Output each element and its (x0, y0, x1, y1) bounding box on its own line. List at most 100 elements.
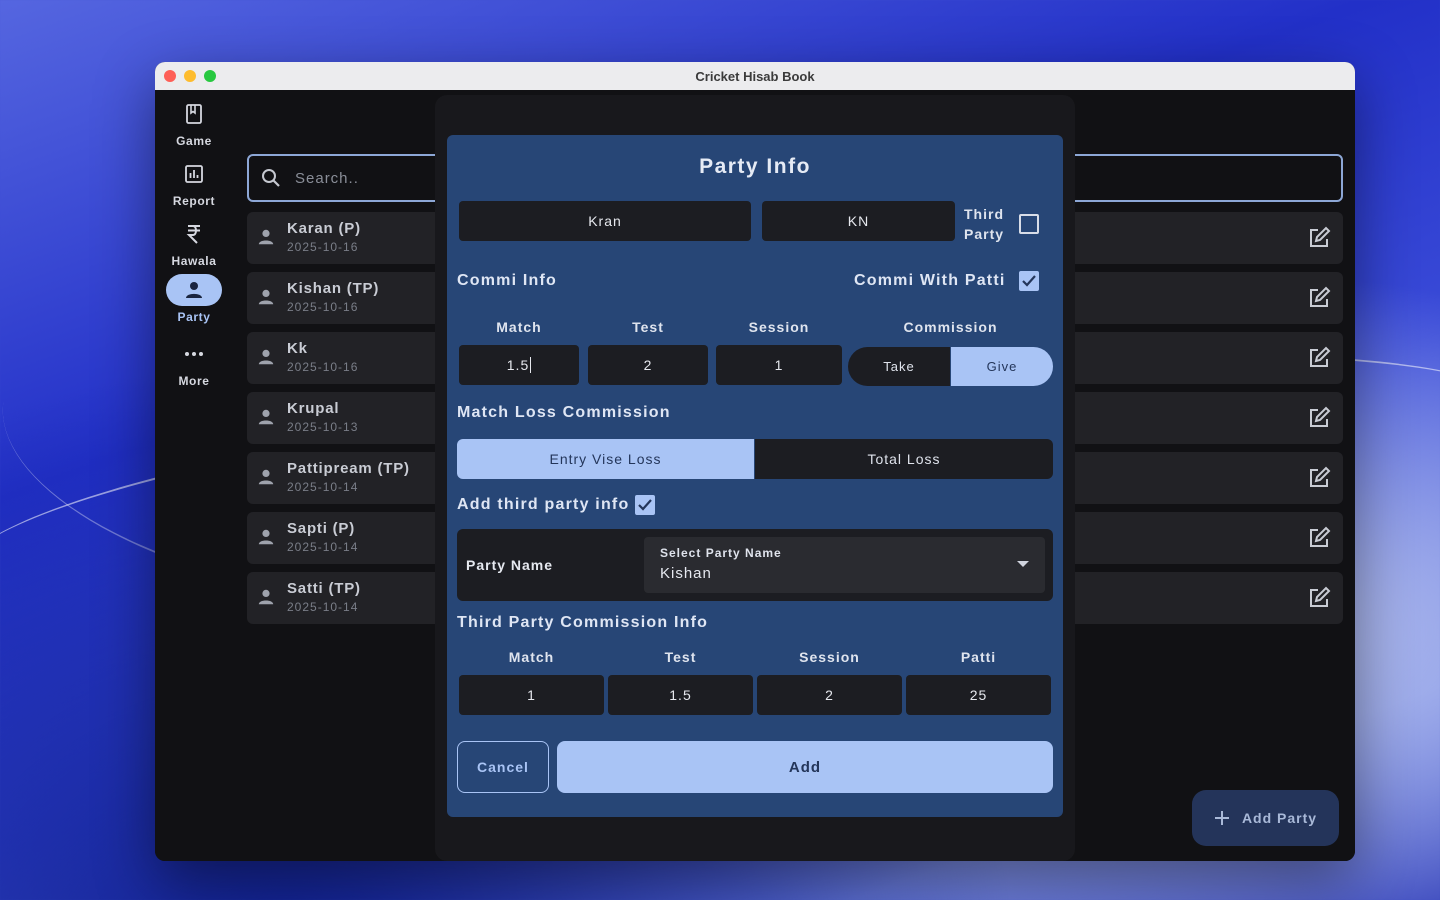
search-icon (262, 169, 280, 187)
third-party-label: Third Party (964, 204, 1004, 244)
rail-label: Party (177, 310, 211, 324)
third-party-checkbox[interactable] (1019, 214, 1039, 234)
party-date: 2025-10-14 (287, 540, 359, 554)
party-date: 2025-10-14 (287, 480, 359, 494)
entry-vise-loss-button[interactable]: Entry Vise Loss (457, 439, 754, 479)
party-name-field[interactable]: Kran (459, 201, 751, 241)
col-match-header: Match (496, 319, 542, 335)
commi-info-label: Commi Info (457, 272, 557, 289)
maximize-window-button[interactable] (204, 70, 216, 82)
party-date: 2025-10-14 (287, 600, 359, 614)
col-session-header: Session (748, 319, 810, 335)
rail-label: Game (176, 134, 212, 148)
col-test-header: Test (632, 319, 664, 335)
rail-item-game[interactable]: Game (155, 98, 233, 148)
person-icon (258, 229, 274, 245)
text-caret (530, 357, 532, 373)
test-commission-input[interactable]: 2 (588, 345, 708, 385)
take-toggle-button[interactable]: Take (848, 347, 950, 386)
edit-icon[interactable] (1307, 466, 1331, 490)
session-commission-input[interactable]: 1 (716, 345, 842, 385)
rail-item-report[interactable]: Report (155, 158, 233, 208)
rail-item-more[interactable]: More (155, 338, 233, 388)
add-party-button[interactable]: Add Party (1192, 790, 1339, 846)
edit-icon[interactable] (1307, 406, 1331, 430)
third-party-commission-label: Third Party Commission Info (457, 614, 709, 631)
tp-match-input[interactable]: 1 (459, 675, 604, 715)
person-icon (258, 409, 274, 425)
app-window: Cricket Hisab Book Game Report Hawala Pa… (155, 62, 1355, 861)
tp-col-test-header: Test (664, 649, 697, 665)
dialog-title: Party Info (699, 155, 811, 178)
col-commission-header: Commission (903, 319, 998, 335)
party-name: Kk (287, 340, 308, 357)
rail-label: Hawala (171, 254, 217, 268)
party-date: 2025-10-13 (287, 420, 359, 434)
dropdown-value: Kishan (660, 565, 712, 582)
title-bar: Cricket Hisab Book (155, 62, 1355, 90)
tp-col-session-header: Session (799, 649, 860, 665)
navigation-rail: Game Report Hawala Party More (155, 90, 233, 861)
third-party-label-line2: Party (964, 226, 1005, 242)
tp-col-patti-header: Patti (960, 649, 997, 665)
party-name: Pattipream (TP) (287, 460, 410, 477)
edit-icon[interactable] (1307, 226, 1331, 250)
more-dots-icon (166, 338, 222, 370)
minimize-window-button[interactable] (184, 70, 196, 82)
party-info-dialog: Party Info Kran KN Third Party Commi Inf… (447, 135, 1063, 817)
tp-patti-input[interactable]: 25 (906, 675, 1051, 715)
edit-icon[interactable] (1307, 346, 1331, 370)
third-party-selector-box: Party Name Select Party Name Kishan (457, 529, 1053, 601)
search-placeholder: Search.. (295, 169, 359, 187)
person-icon (258, 469, 274, 485)
rail-label: Report (172, 194, 216, 208)
third-party-label-line1: Third (964, 206, 1004, 222)
party-name: Krupal (287, 400, 340, 417)
close-window-button[interactable] (164, 70, 176, 82)
check-icon (638, 499, 652, 511)
party-name-label: Party Name (466, 557, 554, 573)
check-icon (1022, 275, 1036, 287)
give-toggle-button[interactable]: Give (951, 347, 1053, 386)
edit-icon[interactable] (1307, 286, 1331, 310)
person-icon (258, 349, 274, 365)
match-commission-input[interactable]: 1.5 (459, 345, 579, 385)
commi-with-patti-label: Commi With Patti (854, 272, 1006, 289)
party-name: Kishan (TP) (287, 280, 380, 297)
party-date: 2025-10-16 (287, 240, 359, 254)
match-commission-value: 1.5 (506, 357, 530, 373)
rail-label: More (178, 374, 210, 388)
person-icon (258, 289, 274, 305)
party-name: Karan (P) (287, 220, 361, 237)
window-title: Cricket Hisab Book (695, 68, 815, 84)
party-name-dropdown[interactable]: Select Party Name Kishan (644, 537, 1045, 593)
rail-item-hawala[interactable]: Hawala (155, 218, 233, 268)
person-icon (258, 529, 274, 545)
party-date: 2025-10-16 (287, 300, 359, 314)
window-controls (164, 70, 216, 82)
cancel-button[interactable]: Cancel (457, 741, 549, 793)
bookmark-icon (166, 98, 222, 130)
add-button[interactable]: Add (557, 741, 1053, 793)
dropdown-label: Select Party Name (660, 546, 782, 560)
edit-icon[interactable] (1307, 586, 1331, 610)
edit-icon[interactable] (1307, 526, 1331, 550)
person-icon (258, 589, 274, 605)
app-content: Game Report Hawala Party More Search.. K… (155, 90, 1355, 861)
add-third-party-checkbox[interactable] (635, 495, 655, 515)
match-loss-commission-label: Match Loss Commission (457, 404, 671, 421)
chart-icon (166, 158, 222, 190)
rupee-icon (166, 218, 222, 250)
party-date: 2025-10-16 (287, 360, 359, 374)
party-name: Satti (TP) (287, 580, 361, 597)
party-name: Sapti (P) (287, 520, 356, 537)
commi-with-patti-checkbox[interactable] (1019, 271, 1039, 291)
tp-session-input[interactable]: 2 (757, 675, 902, 715)
plus-icon (1214, 811, 1229, 825)
rail-item-party[interactable]: Party (155, 274, 233, 324)
party-short-name-field[interactable]: KN (762, 201, 955, 241)
tp-col-match-header: Match (508, 649, 555, 665)
tp-test-input[interactable]: 1.5 (608, 675, 753, 715)
total-loss-button[interactable]: Total Loss (755, 439, 1053, 479)
add-third-party-label: Add third party info (457, 496, 630, 513)
